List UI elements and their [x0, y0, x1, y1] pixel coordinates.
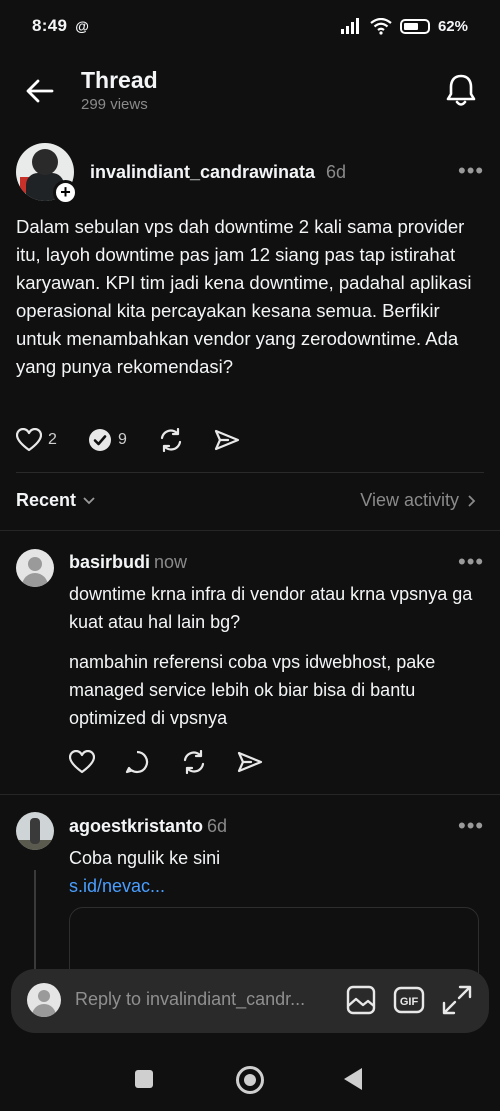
post-username[interactable]: invalindiant_candrawinata: [90, 162, 315, 183]
reply-username-text: agoestkristanto: [69, 816, 204, 836]
gif-label: GIF: [400, 996, 419, 1008]
reply-link[interactable]: s.id/nevac...: [69, 872, 489, 900]
reply-text: nambahin referensi coba vps idwebhost, p…: [69, 652, 436, 728]
battery-icon: [399, 18, 430, 34]
avatar[interactable]: [16, 549, 54, 587]
chevron-down-icon: [83, 496, 95, 504]
gif-icon[interactable]: GIF: [393, 984, 425, 1016]
reply-actions: [69, 750, 263, 774]
reply-timestamp: 6d: [207, 816, 228, 836]
signal-icon: [340, 18, 359, 34]
more-options-icon[interactable]: •••: [458, 815, 484, 837]
status-indicators: 62%: [340, 17, 468, 35]
post-text: Dalam sebulan vps dah downtime 2 kali sa…: [16, 216, 472, 377]
expand-icon[interactable]: [441, 984, 473, 1016]
follow-plus-icon[interactable]: +: [53, 180, 78, 205]
app-header: Thread 299 views: [0, 60, 500, 122]
thread-line: [34, 870, 36, 980]
avatar: [27, 983, 61, 1017]
reply-username[interactable]: basirbudi now: [69, 552, 187, 573]
sort-label: Recent: [16, 490, 77, 510]
avatar[interactable]: [16, 812, 54, 850]
status-bar: 8:49 @ 62%: [0, 0, 500, 52]
like-button[interactable]: 2: [16, 428, 88, 452]
bell-icon[interactable]: [444, 72, 478, 108]
threads-notification-icon: @: [75, 18, 89, 34]
battery-percent: 62%: [437, 17, 468, 35]
repost-icon: [183, 750, 205, 774]
share-icon: [214, 429, 240, 451]
back-arrow-icon[interactable]: [24, 76, 56, 106]
view-count: 299 views: [81, 96, 148, 113]
divider: [16, 472, 484, 473]
share-button[interactable]: [237, 751, 263, 773]
sort-dropdown[interactable]: Recent: [16, 490, 96, 511]
share-icon: [237, 751, 263, 773]
reply-button[interactable]: [125, 750, 181, 774]
more-options-icon[interactable]: •••: [458, 551, 484, 573]
repost-icon: [160, 428, 182, 452]
repost-button[interactable]: [158, 428, 214, 452]
back-nav-icon[interactable]: [344, 1068, 362, 1090]
image-icon[interactable]: [345, 984, 377, 1016]
view-activity-label: View activity: [360, 490, 459, 510]
chevron-right-icon: [468, 494, 476, 507]
reply-text: Coba ngulik ke sini: [69, 848, 221, 868]
replies-button[interactable]: 9: [88, 428, 158, 452]
more-options-icon[interactable]: •••: [458, 160, 484, 182]
divider: [0, 794, 500, 795]
view-activity-link[interactable]: View activity: [360, 490, 476, 511]
heart-icon: [16, 428, 42, 452]
like-count: 2: [48, 431, 57, 448]
recents-nav-icon[interactable]: [135, 1070, 153, 1088]
home-nav-icon[interactable]: [236, 1066, 264, 1094]
post-timestamp: 6d: [326, 162, 347, 182]
status-time: 8:49: [32, 16, 68, 35]
reply-username[interactable]: agoestkristanto 6d: [69, 816, 227, 837]
reply-input[interactable]: Reply to invalindiant_candr...: [75, 989, 305, 1010]
reply-username-text: basirbudi: [69, 552, 151, 572]
system-nav-bar: [0, 1050, 500, 1111]
repost-button[interactable]: [181, 750, 237, 774]
reply-count: 9: [118, 431, 127, 448]
divider: [0, 530, 500, 531]
wifi-icon: [370, 17, 392, 35]
reply-timestamp: now: [154, 552, 188, 572]
reply-icon: [125, 750, 149, 774]
share-button[interactable]: [214, 429, 240, 451]
heart-icon: [69, 750, 95, 774]
post-actions: 2 9: [16, 428, 240, 452]
like-button[interactable]: [69, 750, 125, 774]
page-title: Thread: [81, 67, 158, 93]
reply-composer[interactable]: Reply to invalindiant_candr... GIF: [11, 969, 489, 1033]
verified-reply-icon: [89, 429, 111, 451]
reply-text: downtime krna infra di vendor atau krna …: [69, 584, 473, 632]
